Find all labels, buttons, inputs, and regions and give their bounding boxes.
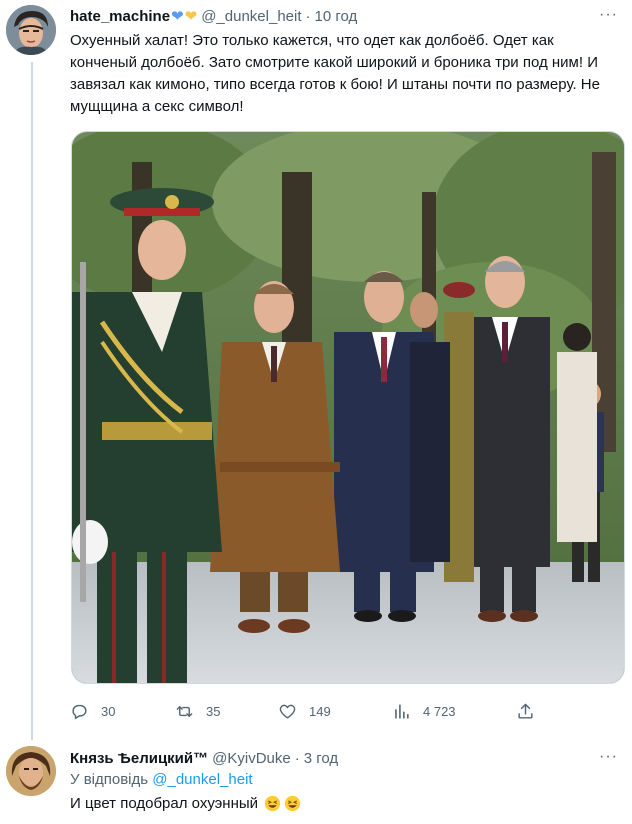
more-icon[interactable]: ···: [599, 6, 618, 24]
reply-icon: [72, 704, 87, 719]
replying-to-prefix: У відповідь: [70, 771, 149, 788]
share-icon: [518, 703, 533, 719]
header-separator: ·: [305, 7, 311, 25]
reply-text: И цвет подобрал охуэнный: [70, 795, 259, 812]
reply-author-display-name[interactable]: Князь Ѣелицкий™: [70, 750, 208, 767]
retweet-count: 35: [206, 703, 221, 719]
reply-text-container: И цвет подобрал охуэнный: [70, 795, 301, 812]
blue-heart-icon: ❤: [171, 8, 184, 25]
author-handle[interactable]: @_dunkel_heit: [201, 8, 301, 25]
author-display-name[interactable]: hate_machine: [70, 8, 170, 25]
tweet-text: Охуенный халат! Это только кажется, что …: [70, 32, 600, 115]
share-button[interactable]: [516, 696, 547, 726]
reply-more-icon[interactable]: ···: [599, 748, 618, 766]
reply-header-separator: ·: [294, 749, 300, 767]
replying-to-line: У відповідь @_dunkel_heit: [70, 771, 253, 788]
grinning-squinting-face-icon: [264, 795, 281, 812]
like-count: 149: [309, 703, 331, 719]
tweet-actions-bar: 30 35 149 4 723: [70, 696, 626, 726]
reply-author-handle[interactable]: @KyivDuke: [212, 750, 291, 767]
yellow-heart-icon: ❤: [184, 8, 198, 25]
replying-to-mention[interactable]: @_dunkel_heit: [152, 771, 252, 788]
tweet-header: hate_machine ❤ ❤ @_dunkel_heit · 10 год: [70, 5, 357, 27]
views-button[interactable]: 4 723: [392, 696, 456, 726]
like-button[interactable]: 149: [278, 696, 331, 726]
tweet-photo[interactable]: [71, 131, 625, 684]
retweet-button[interactable]: 35: [175, 696, 220, 726]
reply-author-avatar[interactable]: [6, 746, 56, 796]
reply-header: Князь Ѣелицкий™ @KyivDuke · 3 год: [70, 747, 338, 769]
author-avatar[interactable]: [6, 5, 56, 55]
retweet-icon: [176, 705, 193, 717]
tweet-timestamp[interactable]: 10 год: [315, 8, 358, 25]
views-icon: [395, 703, 409, 719]
like-icon: [279, 704, 296, 719]
twitter-thread-page: hate_machine ❤ ❤ @_dunkel_heit · 10 год …: [0, 0, 632, 824]
thread-connector-line: [31, 62, 33, 740]
reply-button[interactable]: 30: [70, 696, 115, 726]
views-count: 4 723: [423, 703, 456, 719]
reply-count: 30: [101, 703, 116, 719]
reply-timestamp[interactable]: 3 год: [304, 750, 338, 767]
name-emoji-badges: ❤ ❤: [171, 7, 197, 25]
grinning-squinting-face-icon: [284, 795, 301, 812]
